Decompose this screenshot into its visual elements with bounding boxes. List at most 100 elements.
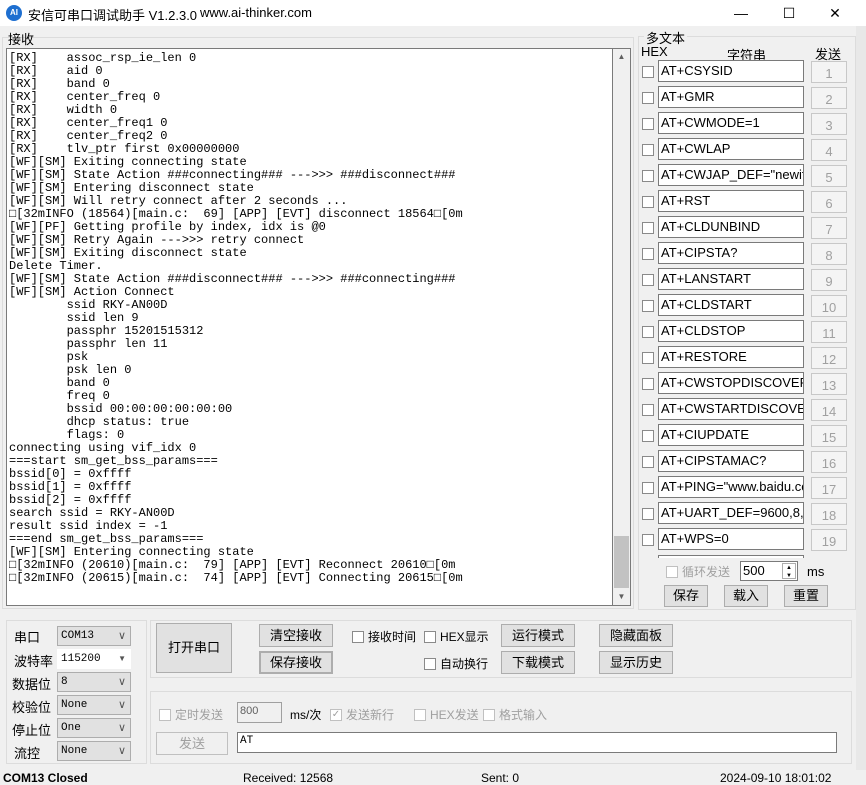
hex-checkbox[interactable] — [642, 482, 654, 494]
timed-send-checkbox[interactable]: 定时发送 — [159, 706, 223, 723]
loop-send-checkbox[interactable]: 循环发送 — [666, 563, 730, 580]
chevron-down-icon: ∨ — [117, 630, 126, 642]
command-input[interactable]: AT+RESTORE — [658, 346, 804, 368]
show-history-button[interactable]: 显示历史 — [599, 651, 673, 674]
hex-checkbox[interactable] — [642, 222, 654, 234]
databits-select[interactable]: 8 ∨ — [57, 672, 131, 692]
hex-checkbox[interactable] — [642, 144, 654, 156]
parity-select[interactable]: None ∨ — [57, 695, 131, 715]
baud-select[interactable]: 115200 ▼ — [57, 649, 131, 669]
send-command-button[interactable]: 13 — [811, 373, 847, 395]
receive-textarea[interactable]: [RX] assoc_rsp_ie_len 0 [RX] aid 0 [RX] ba… — [6, 48, 613, 606]
command-input[interactable]: AT+CLDUNBIND — [658, 216, 804, 238]
hex-checkbox[interactable] — [642, 300, 654, 312]
run-mode-button[interactable]: 运行模式 — [501, 624, 575, 647]
command-input[interactable]: AT+CWLAP — [658, 138, 804, 160]
send-command-button[interactable]: 4 — [811, 139, 847, 161]
hex-checkbox[interactable] — [642, 508, 654, 520]
spinner-arrows-icon[interactable]: ▲ ▼ — [782, 563, 796, 579]
send-command-button[interactable]: 16 — [811, 451, 847, 473]
command-input[interactable]: AT+CLDSTART — [658, 294, 804, 316]
command-input[interactable]: AT+WPS=0 — [658, 528, 804, 550]
hex-checkbox[interactable] — [642, 248, 654, 260]
multitext-row: AT+CWJAP_DEF="newifi_ 5 — [640, 164, 850, 190]
send-button[interactable]: 发送 — [156, 732, 228, 755]
command-input[interactable]: AT+GMR — [658, 86, 804, 108]
hex-checkbox[interactable] — [642, 326, 654, 338]
hex-send-checkbox[interactable]: HEX发送 — [414, 706, 479, 723]
command-input[interactable]: AT+LANSTART — [658, 268, 804, 290]
command-input[interactable]: AT+CWJAP_DEF="newifi_ — [658, 164, 804, 186]
command-input[interactable]: AT+CLDSTOP — [658, 320, 804, 342]
databits-label: 数据位 — [12, 677, 52, 692]
flow-select[interactable]: None ∨ — [57, 741, 131, 761]
hex-checkbox[interactable] — [642, 352, 654, 364]
clear-receive-button[interactable]: 清空接收 — [259, 624, 333, 647]
scroll-down-icon[interactable]: ▼ — [613, 589, 630, 605]
hide-panel-button[interactable]: 隐藏面板 — [599, 624, 673, 647]
command-input[interactable]: AT+CIPSTA? — [658, 242, 804, 264]
maximize-button[interactable]: ☐ — [766, 0, 812, 26]
hex-checkbox[interactable] — [642, 196, 654, 208]
scroll-up-icon[interactable]: ▲ — [613, 49, 630, 65]
send-command-button[interactable]: 17 — [811, 477, 847, 499]
download-mode-button[interactable]: 下载模式 — [501, 651, 575, 674]
hex-checkbox[interactable] — [642, 66, 654, 78]
command-input[interactable]: AT+RST — [658, 190, 804, 212]
send-command-button[interactable]: 19 — [811, 529, 847, 551]
hex-display-checkbox[interactable]: HEX显示 — [424, 628, 489, 645]
send-command-button[interactable]: 11 — [811, 321, 847, 343]
send-command-button[interactable]: 3 — [811, 113, 847, 135]
send-command-button[interactable]: 8 — [811, 243, 847, 265]
command-input[interactable]: AT+CWSTARTDISCOVER= — [658, 398, 804, 420]
auto-wrap-checkbox[interactable]: 自动换行 — [424, 655, 488, 672]
hex-checkbox[interactable] — [642, 430, 654, 442]
send-command-button[interactable]: 10 — [811, 295, 847, 317]
hex-checkbox[interactable] — [642, 534, 654, 546]
load-button[interactable]: 载入 — [724, 585, 768, 607]
log-line: passphr len 11 — [9, 337, 168, 351]
multitext-row: AT+LANSTART 9 — [640, 268, 850, 294]
send-command-button[interactable]: 14 — [811, 399, 847, 421]
send-command-button[interactable]: 1 — [811, 61, 847, 83]
send-input[interactable]: AT — [237, 732, 837, 753]
hex-checkbox[interactable] — [642, 404, 654, 416]
command-input[interactable]: AT+CWMODE=1 — [658, 112, 804, 134]
hex-checkbox[interactable] — [642, 274, 654, 286]
send-command-button[interactable]: 12 — [811, 347, 847, 369]
hex-checkbox[interactable] — [642, 456, 654, 468]
period-input[interactable]: 800 — [237, 702, 282, 723]
open-port-button[interactable]: 打开串口 — [156, 623, 232, 673]
loop-interval-spinner[interactable]: 500 ▲ ▼ — [740, 561, 798, 581]
format-input-checkbox[interactable]: 格式输入 — [483, 706, 547, 723]
hex-checkbox[interactable] — [642, 170, 654, 182]
send-command-button[interactable]: 15 — [811, 425, 847, 447]
send-command-button[interactable]: 7 — [811, 217, 847, 239]
send-command-button[interactable]: 5 — [811, 165, 847, 187]
command-input[interactable]: AT+UART_DEF=9600,8,1, — [658, 502, 804, 524]
save-receive-button[interactable]: 保存接收 — [259, 651, 333, 674]
command-input[interactable]: AT+CIUPDATE — [658, 424, 804, 446]
hex-checkbox[interactable] — [642, 92, 654, 104]
port-select[interactable]: COM13 ∨ — [57, 626, 131, 646]
reset-button[interactable]: 重置 — [784, 585, 828, 607]
receive-time-checkbox[interactable]: 接收时间 — [352, 628, 416, 645]
multitext-row: AT+CSYSID 1 — [640, 60, 850, 86]
command-input[interactable]: AT+CWSTOPDISCOVER — [658, 372, 804, 394]
send-newline-checkbox[interactable]: ✓ 发送新行 — [330, 706, 394, 723]
command-input[interactable]: AT+CSYSID — [658, 60, 804, 82]
send-command-button[interactable]: 9 — [811, 269, 847, 291]
stopbits-select[interactable]: One ∨ — [57, 718, 131, 738]
scroll-thumb[interactable] — [614, 536, 629, 588]
command-input[interactable]: AT+PING="www.baidu.cor — [658, 476, 804, 498]
hex-checkbox[interactable] — [642, 378, 654, 390]
close-button[interactable]: ✕ — [812, 0, 858, 26]
receive-scrollbar[interactable]: ▲ ▼ — [613, 48, 631, 606]
save-button[interactable]: 保存 — [664, 585, 708, 607]
command-input[interactable]: AT+CIPSTAMAC? — [658, 450, 804, 472]
send-command-button[interactable]: 2 — [811, 87, 847, 109]
send-command-button[interactable]: 6 — [811, 191, 847, 213]
hex-checkbox[interactable] — [642, 118, 654, 130]
send-command-button[interactable]: 18 — [811, 503, 847, 525]
minimize-button[interactable]: — — [718, 0, 764, 26]
